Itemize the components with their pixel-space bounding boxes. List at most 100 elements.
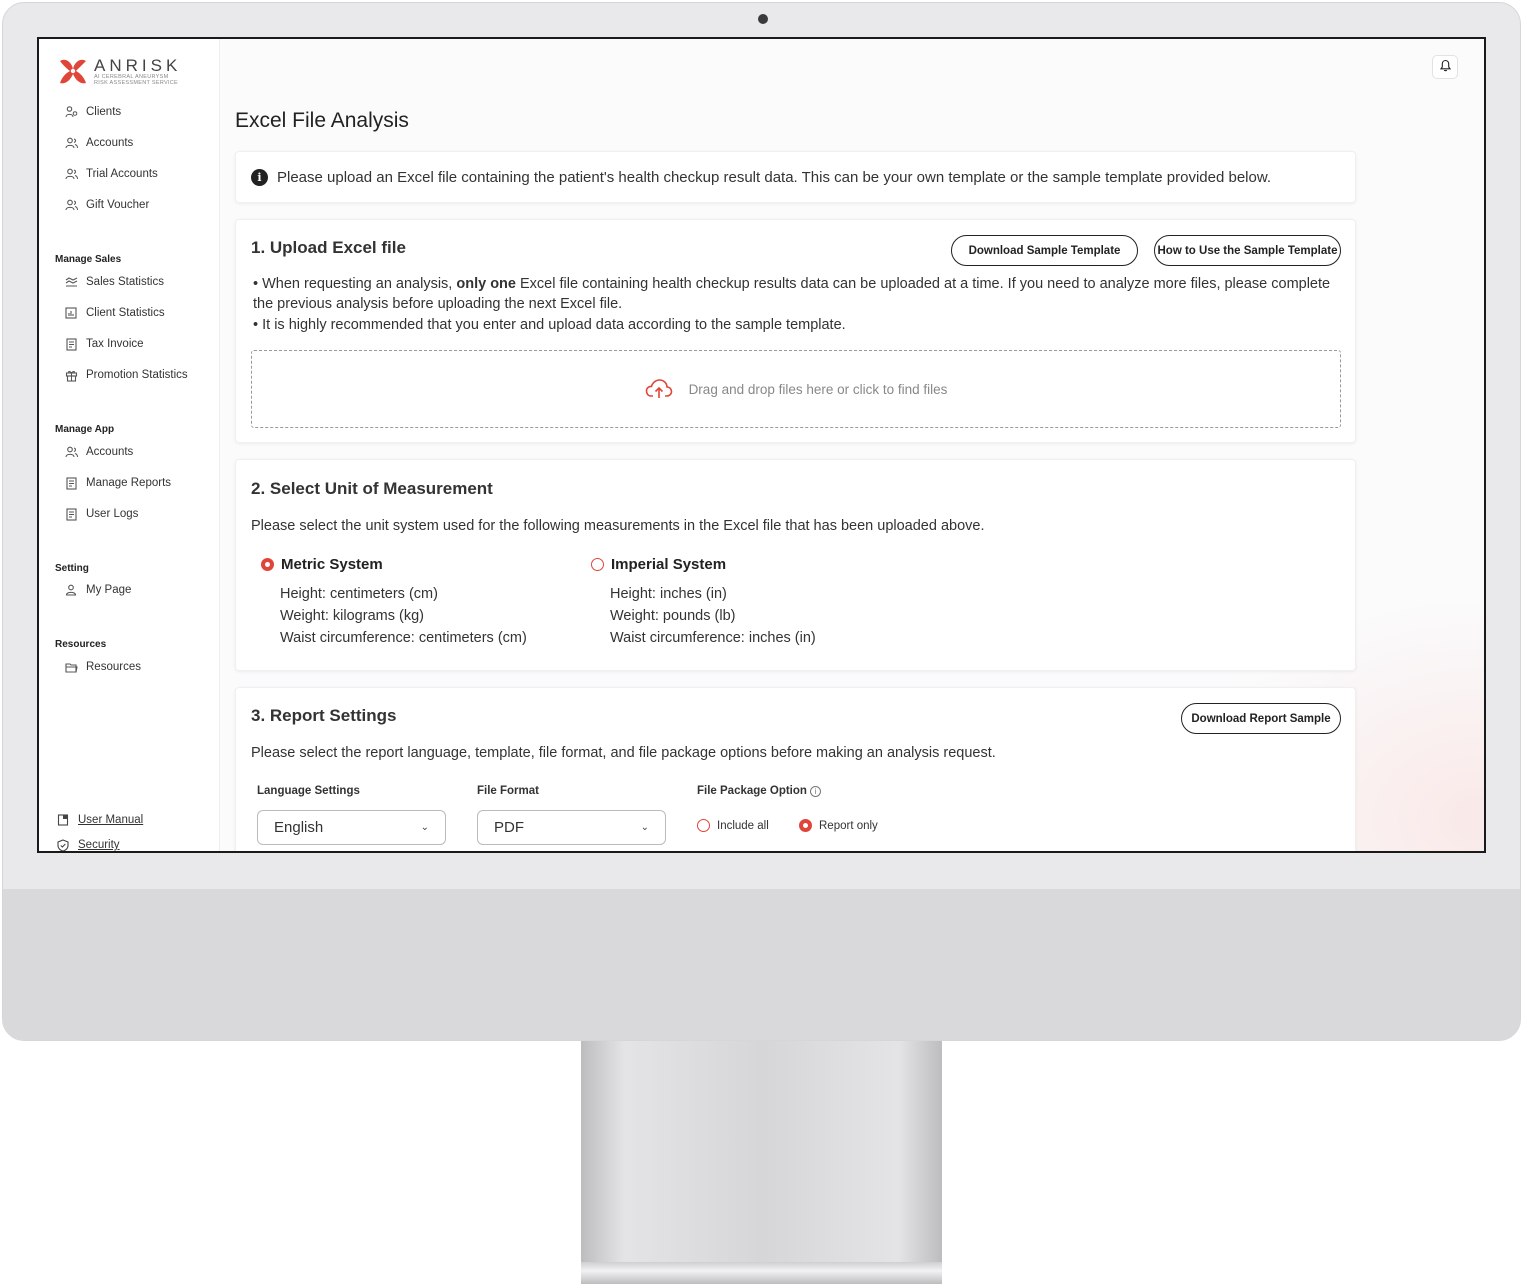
imperial-height: Height: inches (in) [610, 586, 727, 602]
dropzone-text: Drag and drop files here or click to fin… [688, 381, 948, 397]
folder-icon [64, 660, 78, 674]
brand-tagline: AI CEREBRAL ANEURYSM [94, 73, 169, 80]
file-package-label-group: File Package Option i [697, 785, 821, 797]
language-settings-label: Language Settings [257, 785, 360, 797]
sidebar-item-label: My Page [86, 584, 132, 596]
sidebar-item-label: Accounts [86, 446, 134, 458]
gift-icon [64, 368, 78, 382]
chevron-down-icon: ⌄ [420, 822, 429, 833]
document-icon [64, 337, 78, 351]
sidebar-item-trial-accounts[interactable]: Trial Accounts [64, 165, 158, 183]
sidebar-link-user-manual[interactable]: User Manual [56, 811, 143, 829]
unit-section-title: 2. Select Unit of Measurement [251, 479, 493, 498]
info-icon[interactable]: i [809, 785, 821, 797]
notice-banner: i Please upload an Excel file containing… [235, 151, 1356, 203]
sidebar-item-sales-statistics[interactable]: Sales Statistics [64, 273, 164, 291]
file-package-label: File Package Option [697, 785, 807, 797]
download-sample-template-button[interactable]: Download Sample Template [951, 235, 1138, 266]
sidebar-item-clients[interactable]: Clients [64, 103, 121, 121]
report-only-label: Report only [819, 819, 878, 832]
metric-label: Metric System [281, 556, 383, 573]
imperial-radio[interactable] [591, 558, 604, 571]
sidebar-item-tax-invoice[interactable]: Tax Invoice [64, 335, 144, 353]
upload-section: 1. Upload Excel file Download Sample Tem… [235, 219, 1356, 443]
sidebar-link-security[interactable]: Security [56, 836, 120, 851]
security-link[interactable]: Security [78, 839, 120, 851]
sidebar-item-my-page[interactable]: My Page [64, 581, 131, 599]
user-icon [64, 583, 78, 597]
sidebar-item-label: Resources [86, 661, 141, 673]
sidebar-item-manage-reports[interactable]: Manage Reports [64, 474, 171, 492]
accounts-icon [64, 445, 78, 459]
sidebar-item-promotion-statistics[interactable]: Promotion Statistics [64, 366, 188, 384]
file-format-select[interactable]: PDF ⌄ [477, 810, 666, 845]
book-icon [56, 813, 70, 827]
unit-section: 2. Select Unit of Measurement Please sel… [235, 459, 1356, 671]
imperial-option[interactable]: Imperial System Height: inches (in) Weig… [591, 556, 816, 649]
upload-instruction-2: the previous analysis before uploading t… [253, 296, 623, 312]
info-icon: i [251, 168, 268, 186]
notice-text: Please upload an Excel file containing t… [277, 168, 1272, 186]
brand-name: ANRISK [94, 55, 182, 75]
sidebar-item-accounts[interactable]: Accounts [64, 134, 133, 152]
sidebar: ANRISK AI CEREBRAL ANEURYSM RISK ASSESSM… [39, 39, 220, 851]
sidebar-item-label: Manage Reports [86, 477, 172, 489]
anrisk-logo-icon [60, 59, 86, 84]
upload-instruction-3: • It is highly recommended that you ente… [253, 317, 846, 333]
package-option-report-only[interactable]: Report only [799, 819, 878, 832]
main-content: Excel File Analysis i Please upload an E… [220, 39, 1484, 851]
sidebar-item-label: Trial Accounts [86, 168, 158, 180]
logo[interactable]: ANRISK AI CEREBRAL ANEURYSM RISK ASSESSM… [56, 55, 181, 87]
sidebar-item-client-statistics[interactable]: Client Statistics [64, 304, 165, 322]
notification-button[interactable] [1432, 55, 1458, 79]
accounts-icon [64, 198, 78, 212]
sidebar-heading-setting: Setting [55, 563, 89, 574]
file-format-label: File Format [477, 785, 539, 797]
sidebar-heading-manage-app: Manage App [55, 424, 115, 435]
sidebar-item-label: Tax Invoice [86, 338, 144, 350]
metric-waist: Waist circumference: centimeters (cm) [280, 630, 527, 646]
how-to-use-template-button[interactable]: How to Use the Sample Template [1154, 235, 1341, 266]
bell-icon [1439, 59, 1451, 75]
package-option-include-all[interactable]: Include all [697, 819, 769, 832]
user-manual-link[interactable]: User Manual [78, 814, 143, 826]
report-settings-section: 3. Report Settings Download Report Sampl… [235, 687, 1356, 851]
report-section-title: 3. Report Settings [251, 706, 397, 725]
imperial-waist: Waist circumference: inches (in) [610, 630, 816, 646]
chevron-down-icon: ⌄ [640, 822, 649, 833]
chart-icon [64, 275, 78, 289]
sidebar-heading-manage-sales: Manage Sales [55, 254, 122, 265]
bar-chart-icon [64, 306, 78, 320]
sidebar-item-app-accounts[interactable]: Accounts [64, 443, 133, 461]
sidebar-item-label: Sales Statistics [86, 276, 164, 288]
accounts-icon [64, 167, 78, 181]
sidebar-item-label: Gift Voucher [86, 199, 150, 211]
cloud-upload-icon [645, 379, 672, 398]
include-all-label: Include all [717, 819, 769, 832]
sidebar-item-gift-voucher[interactable]: Gift Voucher [64, 196, 149, 214]
file-format-select-value: PDF [494, 819, 524, 836]
sidebar-item-label: Clients [86, 106, 122, 118]
imac-stand-foot [581, 1262, 942, 1284]
sidebar-item-label: User Logs [86, 508, 139, 520]
brand-tagline-2: RISK ASSESSMENT SERVICE [94, 79, 179, 86]
report-only-radio[interactable] [799, 819, 812, 832]
language-select[interactable]: English ⌄ [257, 810, 446, 845]
sidebar-item-label: Promotion Statistics [86, 369, 188, 381]
imperial-label: Imperial System [611, 556, 727, 573]
camera [758, 14, 768, 24]
imac-chin [3, 889, 1520, 1040]
download-report-sample-button[interactable]: Download Report Sample [1181, 703, 1341, 734]
metric-option[interactable]: Metric System Height: centimeters (cm) W… [261, 556, 527, 649]
file-dropzone[interactable]: Drag and drop files here or click to fin… [251, 350, 1341, 428]
sidebar-item-label: Accounts [86, 137, 134, 149]
sidebar-item-user-logs[interactable]: User Logs [64, 505, 138, 523]
upload-section-title: 1. Upload Excel file [251, 238, 406, 257]
imperial-weight: Weight: pounds (lb) [610, 608, 736, 624]
metric-radio[interactable] [261, 558, 274, 571]
sidebar-item-resources[interactable]: Resources [64, 658, 141, 676]
unit-section-description: Please select the unit system used for t… [251, 518, 985, 534]
include-all-radio[interactable] [697, 819, 710, 832]
language-select-value: English [274, 819, 324, 836]
accounts-icon [64, 136, 78, 150]
